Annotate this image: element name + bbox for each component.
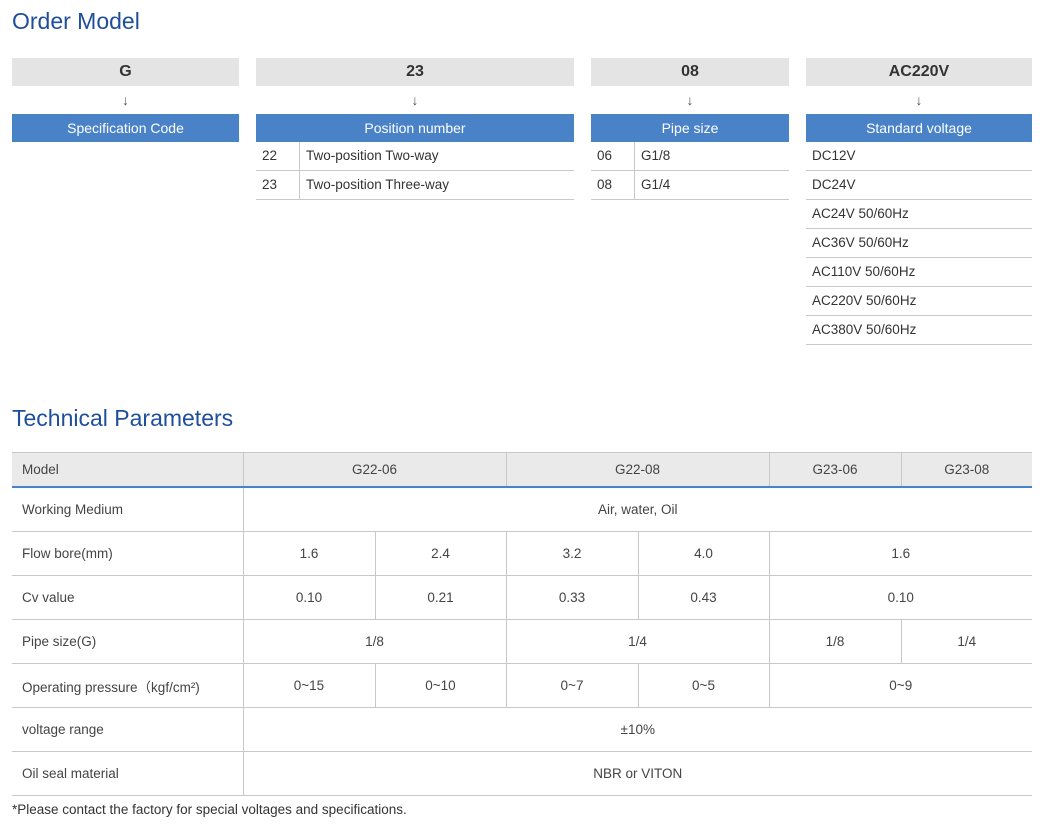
table-row: Flow bore(mm) 1.6 2.4 3.2 4.0 1.6 [12, 531, 1032, 576]
cell: 0.10 [242, 575, 376, 620]
position-header: Position number [256, 114, 574, 142]
pipe-value: G1/4 [641, 177, 671, 192]
cell: 1/4 [505, 619, 770, 664]
voltage-row: AC220V 50/60Hz [806, 287, 1032, 316]
cell: 1/8 [242, 619, 507, 664]
voltage-value: AC24V 50/60Hz [812, 206, 909, 221]
table-row: Working Medium Air, water, Oil [12, 486, 1032, 532]
voltage-value: AC110V 50/60Hz [812, 264, 916, 279]
cell: 0.10 [768, 575, 1032, 620]
voltage-code: AC220V [806, 58, 1032, 86]
cell: 1.6 [768, 531, 1032, 576]
cell: 1/8 [768, 619, 902, 664]
voltage-value: AC380V 50/60Hz [812, 322, 917, 337]
row-label: Pipe size(G) [12, 619, 244, 664]
down-arrow-icon: ↓ [411, 92, 419, 108]
table-row: voltage range ±10% [12, 707, 1032, 752]
cell: 0.43 [637, 575, 770, 620]
tech-params-title: Technical Parameters [12, 405, 234, 431]
voltage-value: AC36V 50/60Hz [812, 235, 909, 250]
order-col-voltage: AC220V ↓ Standard voltage DC12V DC24V AC… [806, 58, 1032, 345]
spec-header: Specification Code [12, 114, 239, 142]
table-row: Oil seal material NBR or VITON [12, 751, 1032, 796]
voltage-value: DC24V [812, 177, 856, 192]
table-header-row: Model G22-06 G22-08 G23-06 G23-08 [12, 452, 1032, 488]
model-g22-08: G22-08 [505, 452, 770, 488]
order-col-spec: G ↓ Specification Code [12, 58, 239, 142]
position-row: 23 Two-position Three-way [256, 171, 574, 200]
position-key: 23 [256, 171, 300, 199]
voltage-header: Standard voltage [806, 114, 1032, 142]
table-row: Operating pressure（kgf/cm²) 0~15 0~10 0~… [12, 663, 1032, 708]
pipe-header: Pipe size [591, 114, 789, 142]
order-model-title: Order Model [12, 8, 140, 34]
cell: 1.6 [242, 531, 376, 576]
cell: 0~9 [768, 663, 1032, 708]
position-row: 22 Two-position Two-way [256, 142, 574, 171]
cell: 0.33 [505, 575, 639, 620]
cell: Air, water, Oil [242, 486, 1032, 532]
order-col-pipe: 08 ↓ Pipe size 06 G1/8 08 G1/4 [591, 58, 789, 200]
pipe-row: 08 G1/4 [591, 171, 789, 200]
cell: 0~5 [637, 663, 770, 708]
down-arrow-icon: ↓ [915, 92, 923, 108]
cell: 4.0 [637, 531, 770, 576]
cell: 1/4 [900, 619, 1032, 664]
table-row: Cv value 0.10 0.21 0.33 0.43 0.10 [12, 575, 1032, 620]
cell: 3.2 [505, 531, 639, 576]
position-value: Two-position Two-way [306, 148, 439, 163]
cell: 0~10 [374, 663, 507, 708]
voltage-row: DC24V [806, 171, 1032, 200]
voltage-row: AC24V 50/60Hz [806, 200, 1032, 229]
tech-params-table: Model G22-06 G22-08 G23-06 G23-08 Workin… [12, 452, 1032, 796]
down-arrow-icon: ↓ [122, 92, 129, 108]
row-label: Flow bore(mm) [12, 531, 244, 576]
model-g22-06: G22-06 [242, 452, 507, 488]
voltage-row: AC380V 50/60Hz [806, 316, 1032, 345]
down-arrow-icon: ↓ [686, 92, 694, 108]
voltage-row: AC110V 50/60Hz [806, 258, 1032, 287]
position-key: 22 [256, 142, 300, 170]
row-label: Cv value [12, 575, 244, 620]
cell: 0.21 [374, 575, 507, 620]
cell: 0~7 [505, 663, 639, 708]
voltage-value: DC12V [812, 148, 856, 163]
model-g23-08: G23-08 [900, 452, 1032, 488]
model-label: Model [12, 452, 244, 488]
row-label: Working Medium [12, 486, 244, 532]
order-col-position: 23 ↓ Position number 22 Two-position Two… [256, 58, 574, 200]
pipe-key: 08 [591, 171, 635, 199]
pipe-value: G1/8 [641, 148, 671, 163]
model-g23-06: G23-06 [768, 452, 902, 488]
position-value: Two-position Three-way [306, 177, 450, 192]
pipe-key: 06 [591, 142, 635, 170]
row-label: voltage range [12, 707, 244, 752]
row-label: Oil seal material [12, 751, 244, 796]
table-row: Pipe size(G) 1/8 1/4 1/8 1/4 [12, 619, 1032, 664]
footnote: *Please contact the factory for special … [12, 802, 407, 817]
pipe-code: 08 [591, 58, 789, 86]
cell: 0~15 [242, 663, 376, 708]
voltage-value: AC220V 50/60Hz [812, 293, 917, 308]
position-code: 23 [256, 58, 574, 86]
cell: ±10% [242, 707, 1032, 752]
cell: NBR or VITON [242, 751, 1032, 796]
spec-code: G [12, 58, 239, 86]
pipe-row: 06 G1/8 [591, 142, 789, 171]
voltage-row: AC36V 50/60Hz [806, 229, 1032, 258]
row-label: Operating pressure（kgf/cm²) [12, 663, 244, 708]
cell: 2.4 [374, 531, 507, 576]
voltage-row: DC12V [806, 142, 1032, 171]
